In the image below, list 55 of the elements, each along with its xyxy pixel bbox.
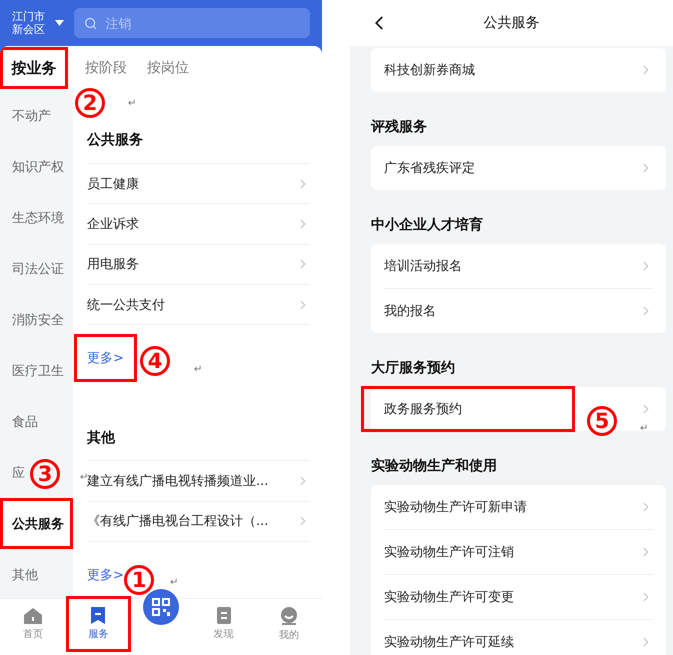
service-item[interactable]: 实验动物生产许可延续 bbox=[384, 633, 514, 651]
paragraph-mark: ↵ bbox=[170, 577, 178, 588]
page-title: 公共服务 bbox=[484, 14, 540, 32]
sidebar-item[interactable]: 知识产权 bbox=[12, 158, 64, 176]
group-title: 评残服务 bbox=[371, 118, 428, 137]
nav-item[interactable]: 服务 bbox=[68, 599, 128, 649]
step-number: 1 bbox=[124, 565, 154, 595]
service-row[interactable]: 企业诉求 bbox=[87, 204, 310, 245]
paragraph-mark: ↵ bbox=[194, 364, 202, 375]
location-text[interactable]: 新会区 bbox=[12, 23, 45, 36]
paragraph-mark: ↵ bbox=[128, 98, 136, 109]
sidebar-item[interactable]: 生态环境 bbox=[12, 208, 64, 226]
more-link[interactable]: 更多> bbox=[87, 566, 124, 584]
sidebar-item[interactable]: 食品 bbox=[12, 412, 38, 430]
nav-item[interactable]: 首页 bbox=[3, 599, 63, 649]
service-row[interactable]: 建立有线广播电视转播频道业... bbox=[87, 461, 310, 502]
step-number: 3 bbox=[30, 459, 60, 489]
location-text[interactable]: 江门市 bbox=[12, 10, 45, 23]
nav-item[interactable]: 发现 bbox=[194, 599, 254, 649]
service-item[interactable]: 政务服务预约 bbox=[364, 389, 572, 429]
tab[interactable]: 按岗位 bbox=[139, 50, 197, 86]
service-row[interactable]: 《有线广播电视台工程设计（... bbox=[87, 502, 310, 542]
tab[interactable]: 按业务 bbox=[3, 50, 65, 86]
step-number: 2 bbox=[75, 88, 105, 118]
paragraph-mark: ↵ bbox=[80, 472, 88, 483]
service-item[interactable]: 实验动物生产许可变更 bbox=[384, 588, 514, 606]
service-row[interactable]: 员工健康 bbox=[87, 164, 310, 204]
service-item[interactable]: 实验动物生产许可新申请 bbox=[384, 498, 527, 516]
search-input[interactable]: 注销 bbox=[103, 14, 300, 32]
more-link[interactable]: 更多> bbox=[77, 337, 134, 380]
sidebar-item[interactable]: 其他 bbox=[12, 566, 38, 584]
sidebar-item[interactable]: 公共服务 bbox=[0, 498, 73, 549]
sidebar-item[interactable]: 应 bbox=[12, 464, 25, 482]
step-number: 5 bbox=[587, 406, 617, 436]
service-row[interactable]: 用电服务 bbox=[87, 244, 310, 285]
service-item[interactable]: 培训活动报名 bbox=[384, 257, 462, 275]
sidebar-item[interactable]: 消防安全 bbox=[12, 310, 64, 328]
sidebar-item[interactable]: 司法公证 bbox=[12, 260, 64, 278]
paragraph-mark: ↵ bbox=[640, 423, 648, 434]
tab[interactable]: 按阶段 bbox=[77, 50, 135, 86]
sidebar-item[interactable]: 医疗卫生 bbox=[12, 362, 64, 380]
service-item[interactable]: 实验动物生产许可注销 bbox=[384, 543, 514, 561]
section-title: 公共服务 bbox=[87, 118, 310, 164]
sidebar-item[interactable]: 不动产 bbox=[12, 106, 51, 124]
step-number: 4 bbox=[140, 346, 170, 376]
group-title: 实验动物生产和使用 bbox=[371, 456, 498, 476]
search-field[interactable]: 注销 bbox=[74, 8, 310, 38]
section-title: 其他 bbox=[87, 415, 310, 462]
group-title: 中小企业人才培育 bbox=[371, 216, 484, 235]
service-item[interactable]: 广东省残疾评定 bbox=[384, 159, 475, 177]
service-row[interactable]: 统一公共支付 bbox=[87, 285, 310, 326]
service-item[interactable]: 我的报名 bbox=[384, 302, 436, 320]
group-title: 大厅服务预约 bbox=[371, 359, 456, 378]
nav-item[interactable]: 我的 bbox=[259, 599, 319, 649]
service-item[interactable]: 科技创新券商城 bbox=[384, 61, 475, 79]
